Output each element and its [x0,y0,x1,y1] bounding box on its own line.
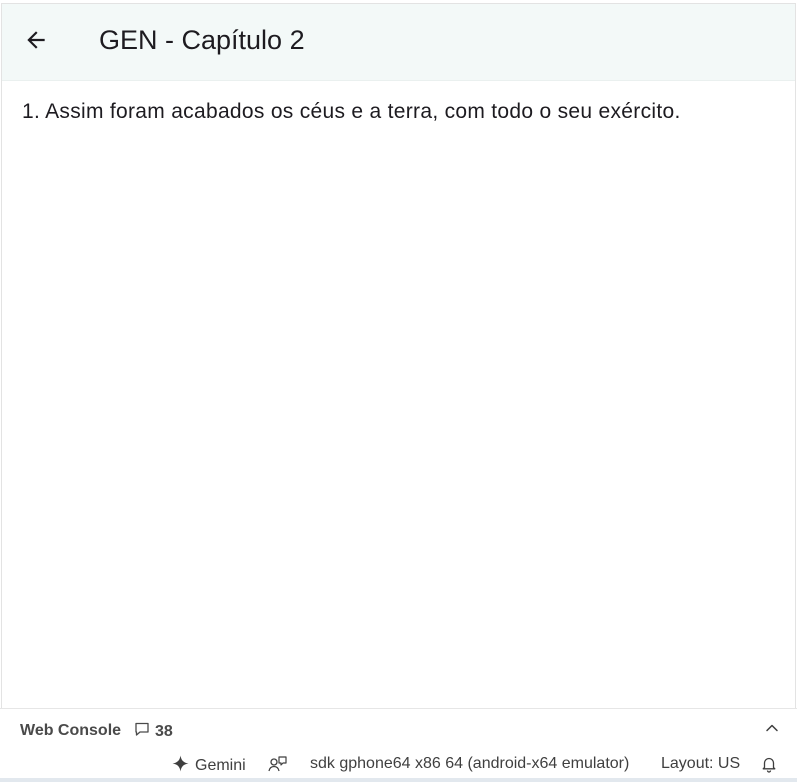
message-count-value: 38 [155,722,173,740]
back-button[interactable] [16,22,56,62]
gemini-button[interactable]: Gemini [172,755,246,777]
device-selector[interactable]: sdk gphone64 x86 64 (android-x64 emulato… [310,755,629,773]
keyboard-layout[interactable]: Layout: US [661,755,740,773]
status-bar: Gemini sdk gphone64 x86 64 (android-x64 … [0,750,797,778]
device-mirror-button[interactable] [268,755,288,778]
web-console-panel: Web Console 38 [0,708,797,750]
notifications-button[interactable] [760,755,778,778]
collapse-console-button[interactable] [761,719,783,741]
arrow-left-icon [23,27,49,58]
chapter-content: 1. Assim foram acabados os céus e a terr… [22,100,775,124]
sparkle-icon [172,755,189,777]
emulator-app-window: GEN - Capítulo 2 1. Assim foram acabados… [1,3,796,708]
window-bottom-edge [0,778,797,782]
comment-icon [134,721,150,742]
app-bar: GEN - Capítulo 2 [2,4,795,81]
gemini-label: Gemini [195,757,246,774]
layout-label: Layout: US [661,755,741,772]
verse-item: 1. Assim foram acabados os céus e a terr… [22,100,681,123]
page-title: GEN - Capítulo 2 [99,25,305,55]
device-mirror-icon [268,755,288,778]
device-label: sdk gphone64 x86 64 (android-x64 emulato… [310,755,630,772]
bell-icon [760,755,778,778]
screen: GEN - Capítulo 2 1. Assim foram acabados… [0,0,797,782]
chevron-up-icon [764,720,780,741]
web-console-tab[interactable]: Web Console [20,722,121,740]
message-count[interactable]: 38 [134,721,173,742]
